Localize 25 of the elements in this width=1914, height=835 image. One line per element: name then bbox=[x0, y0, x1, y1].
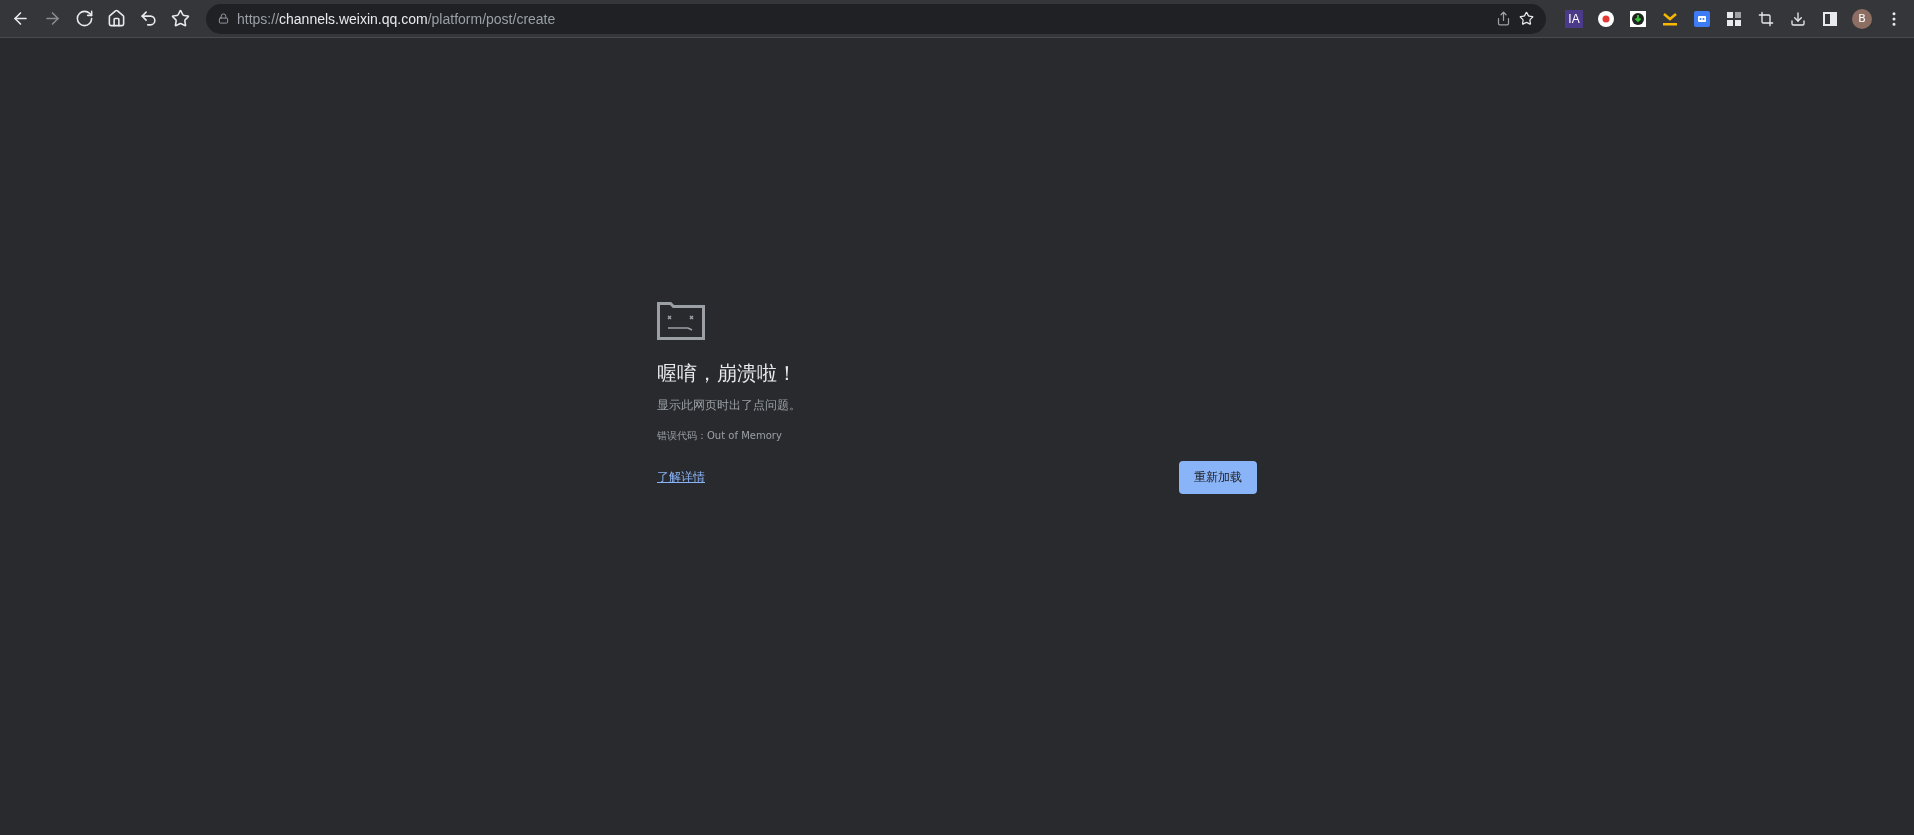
star-icon[interactable] bbox=[170, 9, 190, 28]
profile-avatar[interactable]: B bbox=[1852, 8, 1872, 29]
chevron-down-icon[interactable] bbox=[1662, 10, 1678, 27]
home-icon[interactable] bbox=[106, 9, 126, 28]
reload-icon[interactable] bbox=[74, 9, 94, 28]
side-panel-icon[interactable] bbox=[1823, 11, 1837, 26]
reload-button[interactable]: 重新加载 bbox=[1179, 461, 1257, 494]
download-icon[interactable] bbox=[1790, 10, 1806, 27]
sad-folder-icon bbox=[657, 300, 705, 340]
error-code: 错误代码：Out of Memory bbox=[657, 429, 783, 443]
address-bar[interactable]: https://channels.weixin.qq.com/platform/post/create bbox=[206, 3, 1546, 34]
error-message: 显示此网页时出了点问题。 bbox=[657, 397, 802, 414]
robot-icon[interactable] bbox=[1694, 10, 1710, 27]
learn-more-link[interactable]: 了解详情 bbox=[657, 469, 705, 486]
crop-icon[interactable] bbox=[1758, 10, 1774, 27]
download-circle-icon[interactable] bbox=[1630, 10, 1646, 27]
bookmark-star-icon[interactable] bbox=[1519, 11, 1534, 26]
share-icon[interactable] bbox=[1496, 11, 1511, 26]
grid-icon[interactable] bbox=[1727, 11, 1741, 26]
undo-icon[interactable] bbox=[138, 9, 158, 28]
record-icon[interactable] bbox=[1598, 10, 1614, 27]
extension-badge[interactable]: IA bbox=[1565, 9, 1583, 28]
error-title: 喔唷，崩溃啦！ bbox=[657, 360, 798, 387]
lock-icon bbox=[218, 13, 229, 24]
url-text: https://channels.weixin.qq.com/platform/post/create bbox=[237, 10, 556, 27]
